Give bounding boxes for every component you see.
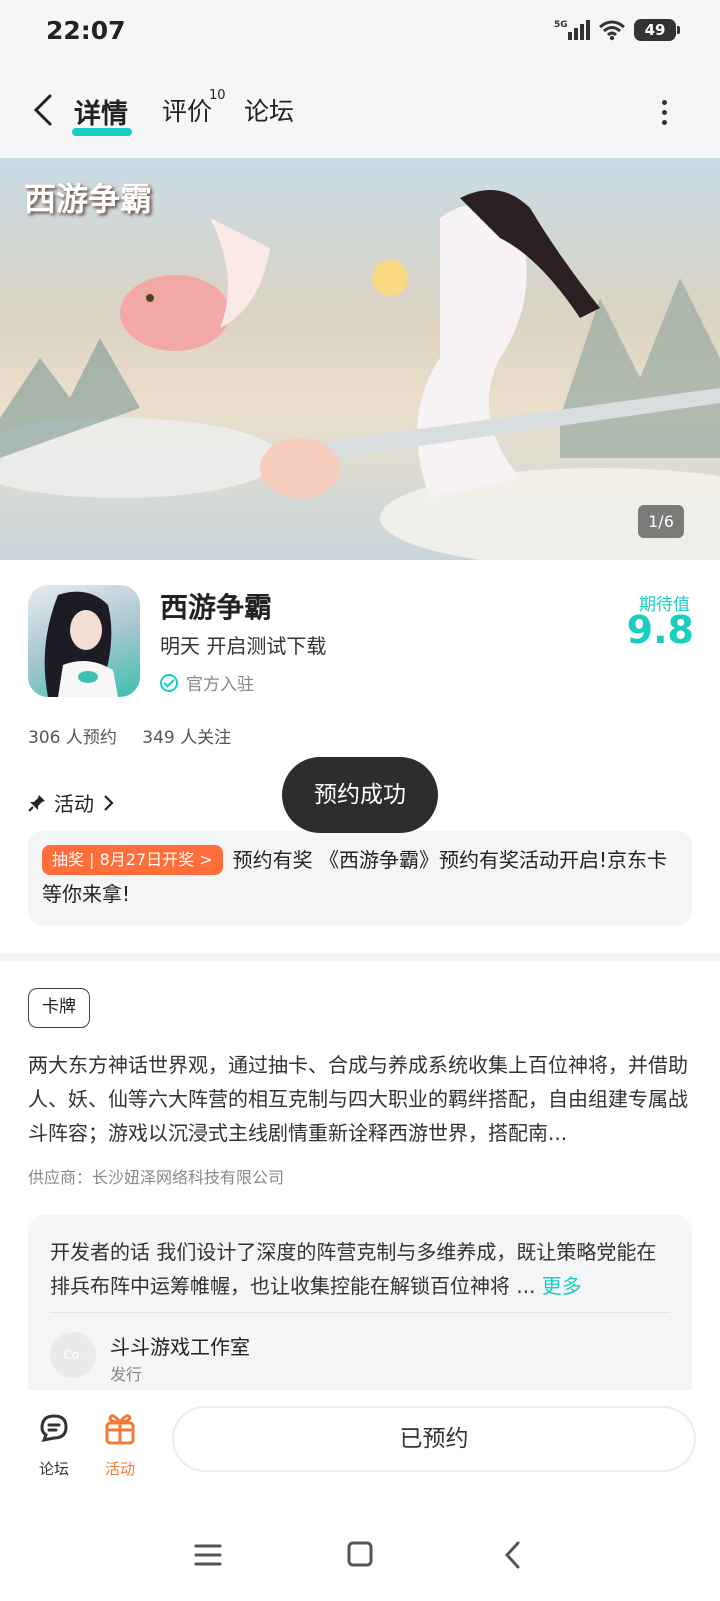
gift-icon bbox=[105, 1414, 135, 1445]
reserved-button[interactable]: 已预约 bbox=[172, 1406, 696, 1472]
cellular-signal-icon: 5G bbox=[554, 20, 590, 40]
bottom-action-bar: 论坛 活动 已预约 bbox=[0, 1390, 720, 1510]
forum-label: 论坛 bbox=[38, 1460, 69, 1478]
studio-avatar[interactable]: Co. bbox=[50, 1332, 96, 1378]
back-arrow-icon[interactable] bbox=[28, 90, 58, 130]
app-icon-art bbox=[44, 591, 118, 697]
activity-label: 活动 bbox=[104, 1460, 135, 1478]
app-icon bbox=[28, 585, 140, 697]
chevron-right-icon bbox=[104, 794, 114, 811]
more-options-icon[interactable] bbox=[662, 100, 668, 126]
activity-header[interactable]: 活动 bbox=[28, 788, 114, 817]
svg-text:5G: 5G bbox=[554, 20, 568, 30]
wifi-icon bbox=[599, 20, 625, 41]
follower-count: 349 人关注 bbox=[142, 728, 232, 748]
system-nav-bar bbox=[0, 1510, 720, 1601]
tab-forum[interactable]: 论坛 bbox=[244, 92, 294, 128]
activity-card[interactable]: 抽奖 | 8月27日开奖 > 预约有奖 《西游争霸》预约有奖活动开启!京东卡等你来… bbox=[28, 831, 692, 925]
activity-button[interactable]: 活动 bbox=[90, 1408, 150, 1479]
release-status: 明天 开启测试下载 bbox=[160, 634, 327, 658]
active-tab-indicator bbox=[72, 128, 132, 136]
banner-game-logo: 西游争霸 bbox=[24, 180, 153, 218]
section-divider bbox=[0, 953, 720, 961]
toast-message: 预约成功 bbox=[282, 757, 438, 833]
developer-notes-card: 开发者的话 我们设计了深度的阵营克制与多维养成，既让策略党能在排兵布阵中运筹帷幄… bbox=[28, 1215, 692, 1390]
developer-notes: 开发者的话 我们设计了深度的阵营克制与多维养成，既让策略党能在排兵布阵中运筹帷幄… bbox=[50, 1235, 670, 1303]
official-label: 官方入驻 bbox=[186, 675, 254, 695]
studio-role: 发行 bbox=[110, 1365, 143, 1384]
card-divider bbox=[50, 1312, 670, 1313]
screenshot-banner[interactable]: 西游争霸 1/6 bbox=[0, 158, 720, 560]
status-time: 22:07 bbox=[46, 16, 126, 45]
status-bar: 22:07 5G 49 bbox=[0, 0, 720, 66]
menu-icon[interactable] bbox=[188, 1538, 228, 1572]
lottery-tag[interactable]: 抽奖 | 8月27日开奖 > bbox=[42, 845, 223, 875]
app-name: 西游争霸 bbox=[160, 591, 273, 624]
genre-tag[interactable]: 卡牌 bbox=[28, 988, 90, 1028]
top-nav: 详情 评价 10 论坛 bbox=[0, 66, 720, 158]
forum-chat-icon bbox=[40, 1414, 68, 1443]
game-description[interactable]: 两大东方神话世界观，通过抽卡、合成与养成系统收集上百位神将，并借助人、妖、仙等六… bbox=[28, 1048, 694, 1150]
reservation-count: 306 人预约 bbox=[28, 728, 117, 748]
home-icon[interactable] bbox=[340, 1538, 380, 1572]
tab-reviews[interactable]: 评价 bbox=[162, 92, 212, 128]
official-badge: 官方入驻 bbox=[160, 670, 254, 695]
status-icons: 5G 49 bbox=[554, 18, 680, 42]
expectation-score: 9.8 bbox=[626, 608, 694, 652]
stats-row: 306 人预约 349 人关注 bbox=[28, 723, 251, 748]
studio-name[interactable]: 斗斗游戏工作室 bbox=[110, 1331, 250, 1360]
forum-button[interactable]: 论坛 bbox=[24, 1408, 84, 1479]
reviews-count-badge: 10 bbox=[209, 88, 226, 103]
banner-page-counter: 1/6 bbox=[638, 505, 684, 538]
verified-check-icon bbox=[160, 673, 178, 692]
more-link[interactable]: 更多 bbox=[542, 1274, 582, 1298]
tab-details[interactable]: 详情 bbox=[74, 92, 128, 131]
supplier-info: 供应商：长沙妞泽网络科技有限公司 bbox=[28, 1168, 285, 1187]
back-icon[interactable] bbox=[494, 1538, 534, 1572]
activity-title: 活动 bbox=[54, 792, 94, 816]
pin-icon bbox=[28, 794, 45, 812]
battery-icon: 49 bbox=[634, 19, 680, 41]
